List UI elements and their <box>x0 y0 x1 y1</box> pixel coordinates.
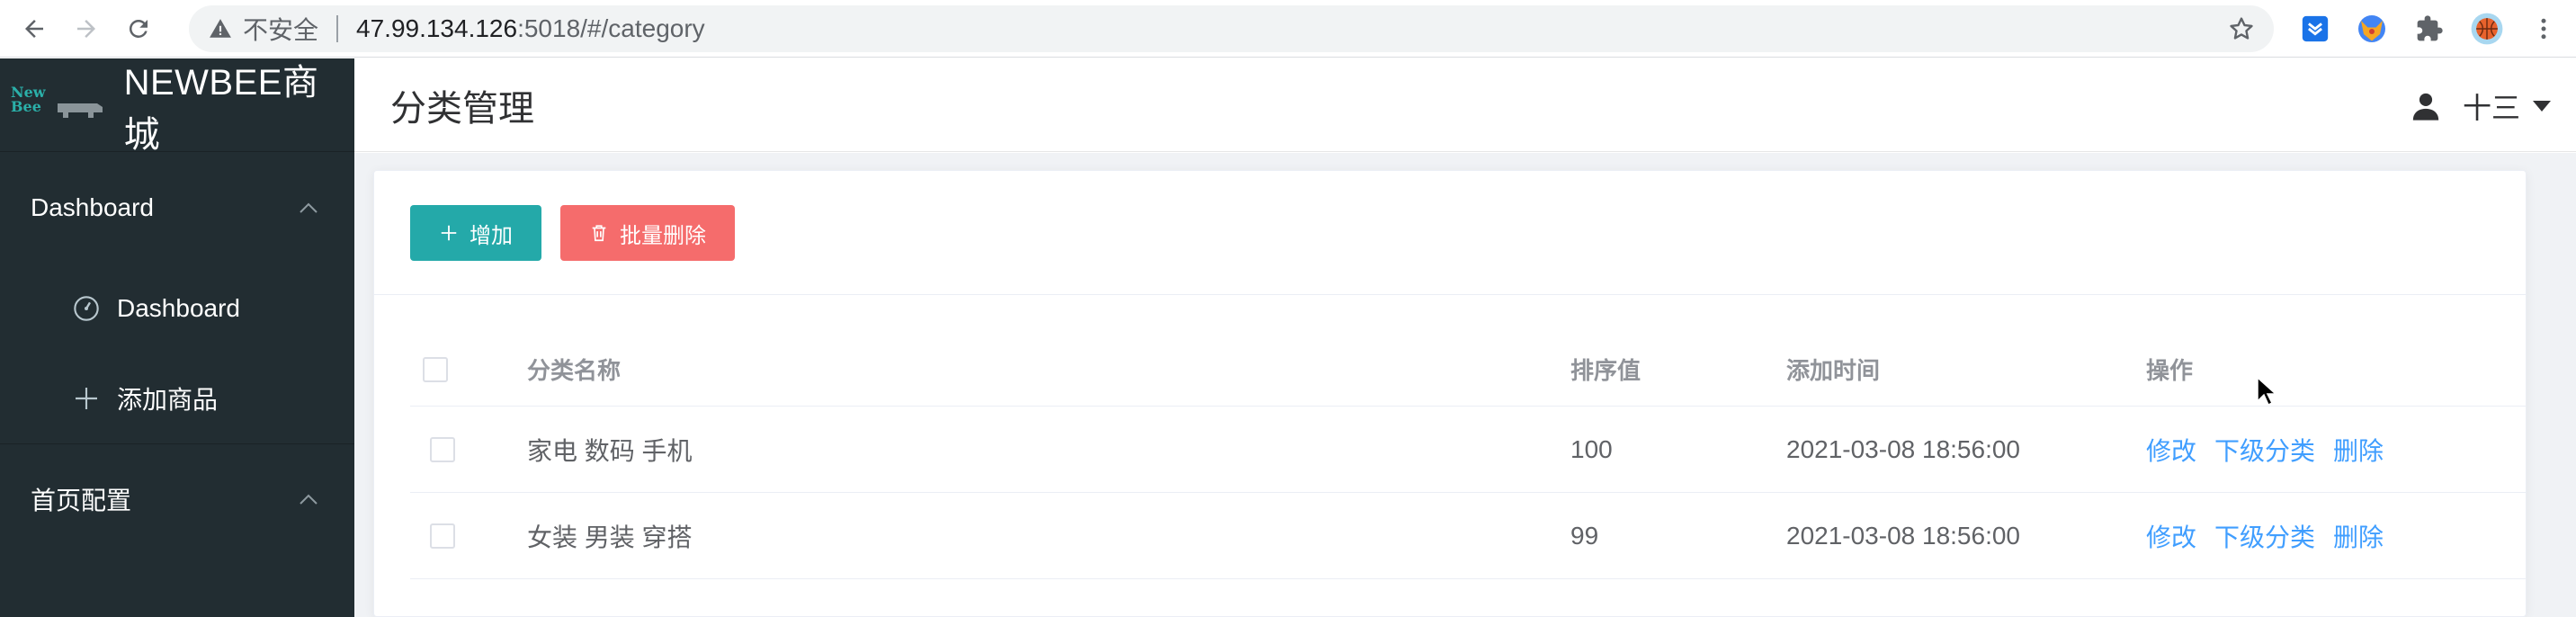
select-all-checkbox[interactable] <box>423 356 448 382</box>
browser-toolbar: 不安全 47.99.134.126:5018/#/category <box>0 0 2576 58</box>
subcategory-link[interactable]: 下级分类 <box>2214 518 2315 554</box>
reload-icon <box>129 19 148 38</box>
column-header-name: 分类名称 <box>527 357 622 384</box>
user-icon <box>2412 93 2439 121</box>
sidebar-item-label: 添加商品 <box>117 386 219 414</box>
extension-fox-icon[interactable] <box>2354 11 2390 47</box>
user-name: 十三 <box>2462 92 2520 124</box>
row-actions: 修改 下级分类 删除 <box>2146 432 2402 468</box>
category-table: 分类名称 排序值 添加时间 操作 家电 数码 手机 100 2021-03-08… <box>410 333 2526 579</box>
logo-line-bee: Bee <box>11 97 41 115</box>
menu-group-label: 首页配置 <box>31 486 132 514</box>
mouse-cursor-icon <box>2257 376 2277 407</box>
newbee-logo-icon: New Bee <box>9 85 108 125</box>
extension-download-icon[interactable] <box>2297 11 2333 47</box>
added-time: 2021-03-08 18:56:00 <box>1786 434 2020 463</box>
sidebar: New Bee NEWBEE商城 Dashboard Dashboard 添加商… <box>0 58 354 617</box>
address-separator <box>336 15 339 42</box>
sidebar-item-dashboard[interactable]: Dashboard <box>0 264 354 353</box>
sort-value: 100 <box>1570 434 1613 463</box>
bookmark-star-icon[interactable] <box>2227 14 2256 43</box>
category-name: 家电 数码 手机 <box>527 436 693 465</box>
gauge-icon <box>74 296 99 321</box>
sidebar-item-label: Dashboard <box>117 294 240 322</box>
warning-icon <box>210 19 231 38</box>
profile-avatar-icon[interactable] <box>2469 11 2505 47</box>
sort-value: 99 <box>1570 521 1599 550</box>
row-actions: 修改 下级分类 删除 <box>2146 518 2402 554</box>
reload-button[interactable] <box>119 9 158 49</box>
url-host: 47.99.134.126 <box>356 14 518 42</box>
column-header-actions: 操作 <box>2146 357 2194 384</box>
top-header: 分类管理 十三 <box>354 58 2576 152</box>
row-checkbox[interactable] <box>430 523 455 549</box>
insecure-label: 不安全 <box>243 16 319 44</box>
edit-link[interactable]: 修改 <box>2146 518 2196 554</box>
edit-link[interactable]: 修改 <box>2146 432 2196 468</box>
brand-logo[interactable]: New Bee NEWBEE商城 <box>0 58 354 155</box>
delete-link[interactable]: 删除 <box>2333 432 2384 468</box>
row-checkbox[interactable] <box>430 436 455 462</box>
extensions-puzzle-icon[interactable] <box>2411 11 2447 47</box>
menu-group-home-config[interactable]: 首页配置 <box>0 443 354 553</box>
card-toolbar: 增加 批量删除 <box>374 171 2526 295</box>
add-button-label: 增加 <box>470 223 513 248</box>
column-header-time: 添加时间 <box>1786 357 1881 384</box>
caret-down-icon <box>2533 101 2551 112</box>
table-row: 家电 数码 手机 100 2021-03-08 18:56:00 修改 下级分类… <box>410 407 2526 493</box>
sidebar-item-add-product[interactable]: 添加商品 <box>0 353 354 443</box>
trash-icon <box>592 225 606 242</box>
category-card: 增加 批量删除 分类名称 排序值 添加时间 操作 家电 数码 手机 100 20… <box>373 170 2527 617</box>
brand-name: NEWBEE商城 <box>123 62 319 155</box>
chevron-up-icon <box>300 202 318 213</box>
plus-icon <box>76 388 97 409</box>
menu-group-dashboard[interactable]: Dashboard <box>0 152 354 264</box>
chevron-up-icon <box>300 494 318 505</box>
arrow-left-icon <box>25 19 43 38</box>
address-bar[interactable]: 不安全 47.99.134.126:5018/#/category <box>189 5 2274 52</box>
column-header-sort: 排序值 <box>1570 357 1641 384</box>
subcategory-link[interactable]: 下级分类 <box>2214 432 2315 468</box>
user-menu[interactable]: 十三 <box>2411 85 2551 127</box>
plus-icon <box>441 225 457 241</box>
forward-button[interactable] <box>67 9 106 49</box>
table-header: 分类名称 排序值 添加时间 操作 <box>410 333 2526 407</box>
batch-delete-button[interactable]: 批量删除 <box>560 205 735 261</box>
added-time: 2021-03-08 18:56:00 <box>1786 521 2020 550</box>
batch-delete-label: 批量删除 <box>620 223 706 248</box>
category-name: 女装 男装 穿搭 <box>527 523 693 551</box>
menu-group-label: Dashboard <box>31 193 154 221</box>
back-button[interactable] <box>14 9 54 49</box>
table-row: 女装 男装 穿搭 99 2021-03-08 18:56:00 修改 下级分类 … <box>410 493 2526 579</box>
delete-link[interactable]: 删除 <box>2333 518 2384 554</box>
add-button[interactable]: 增加 <box>410 205 541 261</box>
arrow-right-icon <box>77 19 95 38</box>
page-title: 分类管理 <box>390 88 534 129</box>
browser-menu-icon[interactable] <box>2526 11 2562 47</box>
url-path: :5018/#/category <box>517 14 705 42</box>
